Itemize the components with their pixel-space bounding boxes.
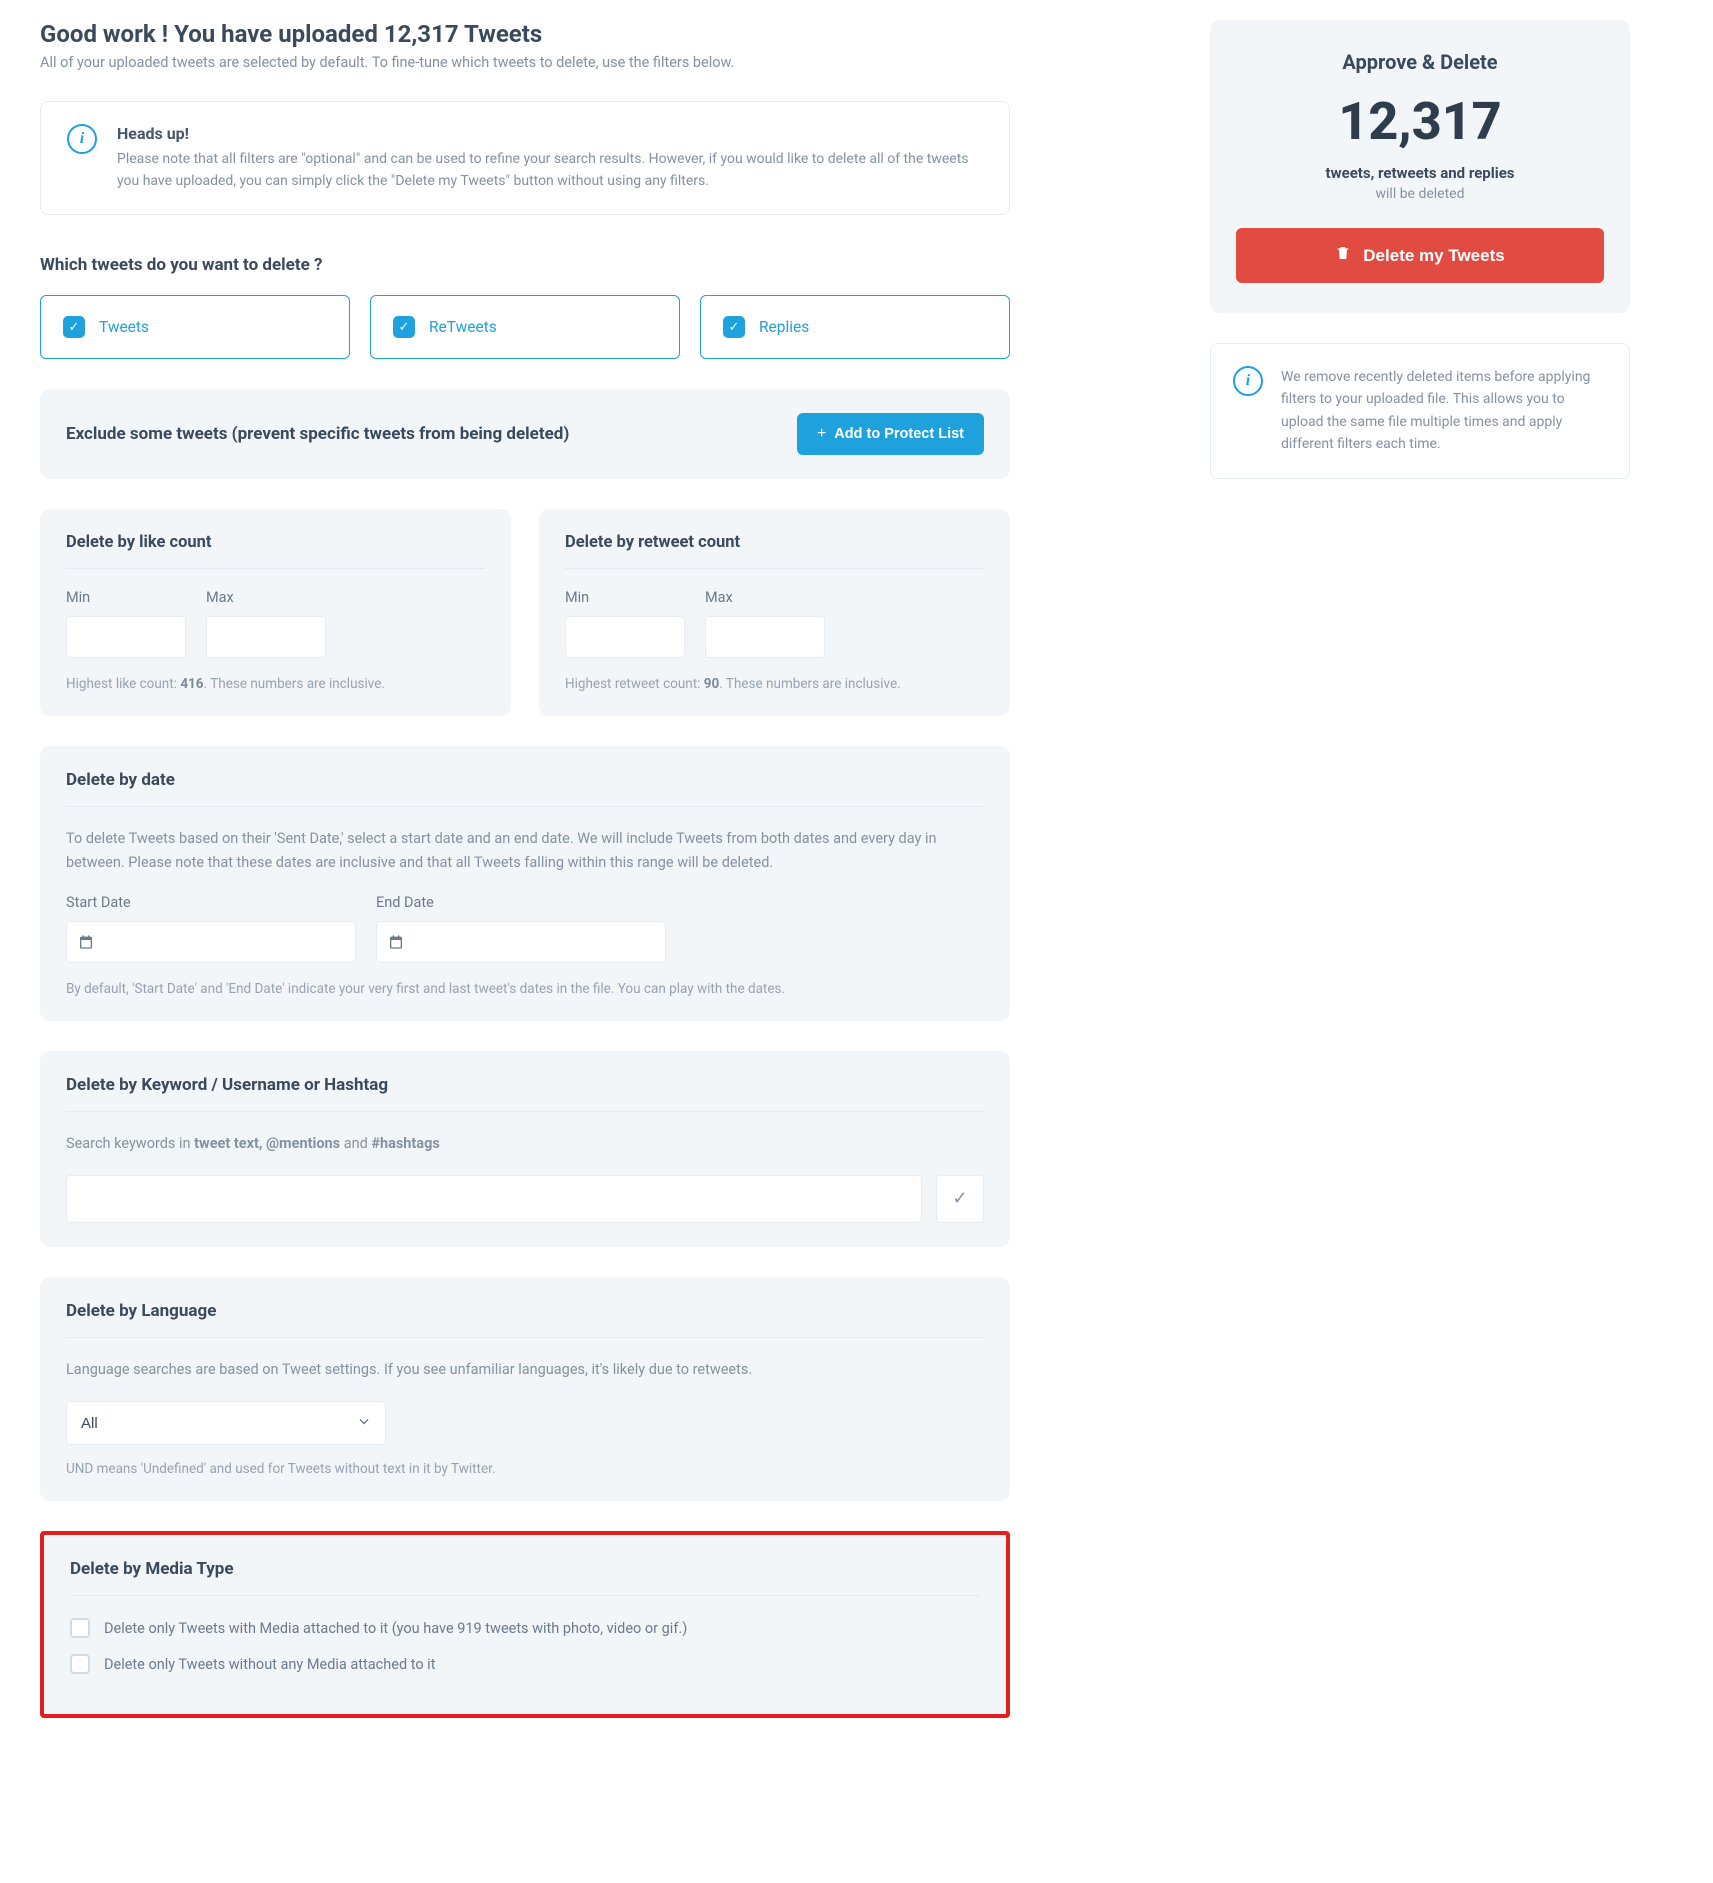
check-icon: ✓ xyxy=(723,316,745,338)
media-with-checkbox[interactable]: Delete only Tweets with Media attached t… xyxy=(70,1618,980,1638)
end-date-input[interactable] xyxy=(376,921,666,963)
language-desc: Language searches are based on Tweet set… xyxy=(66,1358,984,1381)
heads-up-card: i Heads up! Please note that all filters… xyxy=(40,101,1010,215)
min-label: Min xyxy=(66,589,186,606)
heads-up-text: Please note that all filters are "option… xyxy=(117,149,983,192)
retweet-hint: Highest retweet count: 90. These numbers… xyxy=(565,676,984,692)
like-count-panel: Delete by like count Min Max Highest lik… xyxy=(40,509,511,716)
checkbox-icon xyxy=(70,1654,90,1674)
max-label: Max xyxy=(705,589,825,606)
page-subtitle: All of your uploaded tweets are selected… xyxy=(40,54,1010,71)
start-date-input[interactable] xyxy=(66,921,356,963)
end-date-label: End Date xyxy=(376,894,666,911)
info-icon: i xyxy=(1233,366,1263,396)
retweet-min-input[interactable] xyxy=(565,616,685,658)
media-without-checkbox[interactable]: Delete only Tweets without any Media att… xyxy=(70,1654,980,1674)
checkbox-retweets[interactable]: ✓ ReTweets xyxy=(370,295,680,359)
panel-title: Delete by Media Type xyxy=(70,1559,980,1596)
like-hint: Highest like count: 416. These numbers a… xyxy=(66,676,485,692)
approve-card: Approve & Delete 12,317 tweets, retweets… xyxy=(1210,20,1630,313)
language-hint: UND means 'Undefined' and used for Tweet… xyxy=(66,1461,984,1477)
plus-icon: + xyxy=(817,425,826,443)
check-icon: ✓ xyxy=(952,1188,967,1209)
trash-icon xyxy=(1335,244,1351,267)
approve-heading: Approve & Delete xyxy=(1236,50,1604,74)
approve-count: 12,317 xyxy=(1236,96,1604,148)
media-panel: Delete by Media Type Delete only Tweets … xyxy=(40,1531,1010,1718)
panel-title: Delete by Language xyxy=(66,1301,984,1338)
exclude-panel: Exclude some tweets (prevent specific tw… xyxy=(40,389,1010,479)
language-select[interactable]: All xyxy=(66,1401,386,1445)
exclude-title: Exclude some tweets (prevent specific tw… xyxy=(66,424,569,444)
retweet-count-panel: Delete by retweet count Min Max Highest … xyxy=(539,509,1010,716)
panel-title: Delete by retweet count xyxy=(565,533,984,569)
heads-up-title: Heads up! xyxy=(117,124,983,143)
date-hint: By default, 'Start Date' and 'End Date' … xyxy=(66,981,984,997)
which-tweets-title: Which tweets do you want to delete ? xyxy=(40,255,1010,275)
panel-title: Delete by like count xyxy=(66,533,485,569)
side-note-text: We remove recently deleted items before … xyxy=(1281,366,1607,456)
info-icon: i xyxy=(67,124,97,154)
page-title: Good work ! You have uploaded 12,317 Twe… xyxy=(40,20,1010,48)
approve-sub2: will be deleted xyxy=(1236,186,1604,202)
panel-title: Delete by date xyxy=(66,770,984,807)
add-protect-list-button[interactable]: + Add to Protect List xyxy=(797,413,984,455)
checkbox-icon xyxy=(70,1618,90,1638)
date-desc: To delete Tweets based on their 'Sent Da… xyxy=(66,827,984,873)
check-icon: ✓ xyxy=(63,316,85,338)
date-panel: Delete by date To delete Tweets based on… xyxy=(40,746,1010,1020)
approve-sub1: tweets, retweets and replies xyxy=(1236,164,1604,182)
like-max-input[interactable] xyxy=(206,616,326,658)
option-label: Delete only Tweets without any Media att… xyxy=(104,1656,435,1673)
checkbox-label: Tweets xyxy=(99,318,149,336)
start-date-label: Start Date xyxy=(66,894,356,911)
keyword-confirm-button[interactable]: ✓ xyxy=(936,1175,984,1223)
side-note-card: i We remove recently deleted items befor… xyxy=(1210,343,1630,479)
option-label: Delete only Tweets with Media attached t… xyxy=(104,1620,687,1637)
keyword-desc: Search keywords in tweet text, @mentions… xyxy=(66,1132,984,1155)
min-label: Min xyxy=(565,589,685,606)
checkbox-label: Replies xyxy=(759,318,809,336)
checkbox-tweets[interactable]: ✓ Tweets xyxy=(40,295,350,359)
button-label: Delete my Tweets xyxy=(1363,246,1504,266)
retweet-max-input[interactable] xyxy=(705,616,825,658)
delete-my-tweets-button[interactable]: Delete my Tweets xyxy=(1236,228,1604,283)
like-min-input[interactable] xyxy=(66,616,186,658)
max-label: Max xyxy=(206,589,326,606)
check-icon: ✓ xyxy=(393,316,415,338)
checkbox-replies[interactable]: ✓ Replies xyxy=(700,295,1010,359)
keyword-panel: Delete by Keyword / Username or Hashtag … xyxy=(40,1051,1010,1247)
language-panel: Delete by Language Language searches are… xyxy=(40,1277,1010,1501)
calendar-icon xyxy=(78,934,94,950)
checkbox-label: ReTweets xyxy=(429,318,497,336)
calendar-icon xyxy=(388,934,404,950)
keyword-input[interactable] xyxy=(66,1175,922,1223)
button-label: Add to Protect List xyxy=(834,426,964,442)
panel-title: Delete by Keyword / Username or Hashtag xyxy=(66,1075,984,1112)
